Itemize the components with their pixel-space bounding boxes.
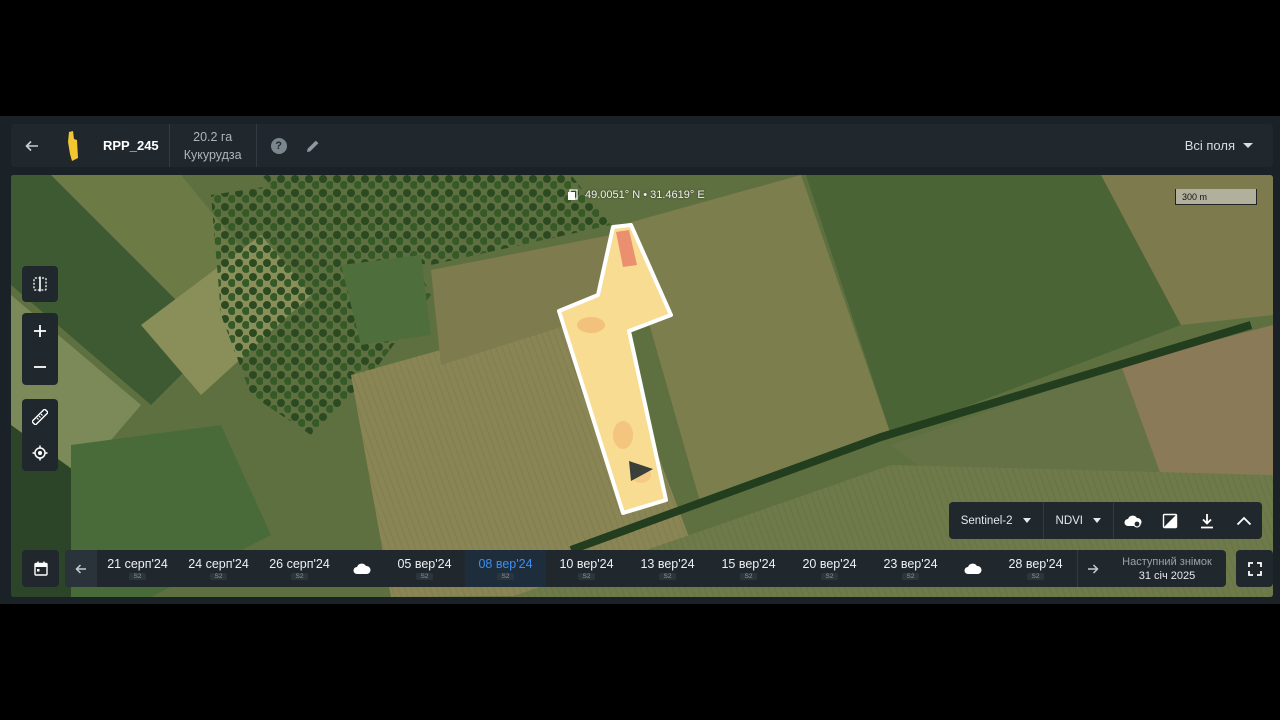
satellite-tag: S2 <box>290 573 309 580</box>
all-fields-dropdown[interactable]: Всі поля <box>1185 138 1253 153</box>
coordinates-text: 49.0051° N • 31.4619° E <box>585 189 705 201</box>
cloud-settings-icon <box>1124 515 1142 528</box>
copy-icon <box>568 189 578 200</box>
collapse-button[interactable] <box>1225 502 1262 539</box>
timeline-date[interactable]: 05 вер'24 S2 <box>384 550 465 587</box>
date-label: 26 серп'24 <box>269 557 330 571</box>
source-dropdown[interactable]: Sentinel-2 <box>949 502 1044 539</box>
arrow-left-icon <box>25 140 38 151</box>
timeline-date-selected[interactable]: 08 вер'24 S2 <box>465 550 546 587</box>
chevron-down-icon <box>1022 518 1031 523</box>
date-label: 15 вер'24 <box>721 557 776 571</box>
date-label: 28 вер'24 <box>1008 557 1063 571</box>
map-tools <box>22 399 58 471</box>
cloudy-date-marker[interactable] <box>340 550 384 587</box>
cloud-filter-button[interactable] <box>1114 502 1151 539</box>
zoom-out-button[interactable] <box>22 349 58 385</box>
zoom-in-button[interactable] <box>22 313 58 349</box>
satellite-tag: S2 <box>496 573 515 580</box>
field-crop: Кукурудза <box>183 147 242 162</box>
cloud-icon <box>964 563 982 574</box>
next-snapshot-date: 31 січ 2025 <box>1138 569 1196 582</box>
field-header: RPP_245 20.2 га Кукурудза ? Всі поля <box>11 124 1273 167</box>
date-label: 24 серп'24 <box>188 557 249 571</box>
ruler-icon <box>32 409 48 425</box>
download-button[interactable] <box>1188 502 1225 539</box>
arrow-left-icon <box>75 563 86 574</box>
image-adjust-button[interactable] <box>1151 502 1188 539</box>
field-name: RPP_245 <box>89 124 170 167</box>
compare-tool-group <box>22 266 58 302</box>
date-label: 08 вер'24 <box>478 557 533 571</box>
calendar-button[interactable] <box>22 550 59 587</box>
crosshair-icon <box>32 445 48 461</box>
index-dropdown[interactable]: NDVI <box>1044 502 1114 539</box>
index-value: NDVI <box>1055 514 1083 527</box>
date-label: 05 вер'24 <box>397 557 452 571</box>
date-label: 21 серп'24 <box>107 557 168 571</box>
date-label: 13 вер'24 <box>640 557 695 571</box>
measure-button[interactable] <box>22 399 58 435</box>
date-label: 23 вер'24 <box>883 557 938 571</box>
coordinates-readout[interactable]: 49.0051° N • 31.4619° E <box>567 189 705 201</box>
satellite-tag: S2 <box>658 573 677 580</box>
field-shape-thumbnail <box>53 124 89 167</box>
next-snapshot-title: Наступний знімок <box>1122 555 1212 568</box>
pencil-icon[interactable] <box>305 138 321 154</box>
cloud-icon <box>353 563 371 574</box>
timeline-date[interactable]: 21 серп'24 S2 <box>97 550 178 587</box>
split-view-icon <box>33 276 47 292</box>
timeline-date[interactable]: 10 вер'24 S2 <box>546 550 627 587</box>
timeline-date[interactable]: 23 вер'24 S2 <box>870 550 951 587</box>
timeline-date[interactable]: 13 вер'24 S2 <box>627 550 708 587</box>
field-area: 20.2 га <box>193 129 233 144</box>
cloudy-date-marker[interactable] <box>951 550 995 587</box>
help-icon[interactable]: ? <box>270 137 287 154</box>
download-icon <box>1200 513 1213 528</box>
back-button[interactable] <box>11 124 53 167</box>
timeline-date[interactable]: 20 вер'24 S2 <box>789 550 870 587</box>
satellite-tag: S2 <box>415 573 434 580</box>
plus-icon <box>34 325 46 337</box>
satellite-tag: S2 <box>901 573 920 580</box>
timeline-next-button[interactable] <box>1077 550 1108 587</box>
image-timeline: 21 серп'24 S2 24 серп'24 S2 26 серп'24 S2 0… <box>22 550 1273 587</box>
locate-button[interactable] <box>22 435 58 471</box>
compare-button[interactable] <box>22 266 58 302</box>
minus-icon <box>34 366 46 368</box>
satellite-tag: S2 <box>209 573 228 580</box>
timeline-prev-button[interactable] <box>65 550 97 587</box>
satellite-tag: S2 <box>1026 573 1045 580</box>
layer-controls: Sentinel-2 NDVI <box>948 502 1262 539</box>
image-contrast-icon <box>1162 513 1177 528</box>
satellite-tag: S2 <box>577 573 596 580</box>
calendar-icon <box>33 561 48 576</box>
satellite-map[interactable]: 49.0051° N • 31.4619° E 300 m Sentinel-2… <box>11 175 1273 597</box>
field-meta: 20.2 га Кукурудза <box>170 124 257 167</box>
source-value: Sentinel-2 <box>960 514 1013 527</box>
satellite-tag: S2 <box>128 573 147 580</box>
date-label: 20 вер'24 <box>802 557 857 571</box>
timeline-date[interactable]: 24 серп'24 S2 <box>178 550 259 587</box>
timeline-date[interactable]: 15 вер'24 S2 <box>708 550 789 587</box>
timeline-date[interactable]: 28 вер'24 S2 <box>995 550 1076 587</box>
arrow-right-icon <box>1088 563 1099 574</box>
zoom-controls <box>22 313 58 385</box>
next-snapshot-info: Наступний знімок 31 січ 2025 <box>1108 550 1226 587</box>
fullscreen-button[interactable] <box>1236 550 1273 587</box>
timeline-date[interactable]: 26 серп'24 S2 <box>259 550 340 587</box>
chevron-down-icon <box>1093 518 1101 523</box>
date-label: 10 вер'24 <box>559 557 614 571</box>
all-fields-label: Всі поля <box>1184 138 1235 153</box>
fullscreen-icon <box>1247 561 1262 576</box>
satellite-tag: S2 <box>739 573 758 580</box>
app-window: RPP_245 20.2 га Кукурудза ? Всі поля 49.… <box>0 116 1280 604</box>
chevron-down-icon <box>1243 143 1253 148</box>
scale-bar: 300 m <box>1175 189 1257 205</box>
date-strip: 21 серп'24 S2 24 серп'24 S2 26 серп'24 S2 0… <box>65 550 1077 587</box>
chevron-up-icon <box>1236 516 1251 525</box>
satellite-tag: S2 <box>820 573 839 580</box>
